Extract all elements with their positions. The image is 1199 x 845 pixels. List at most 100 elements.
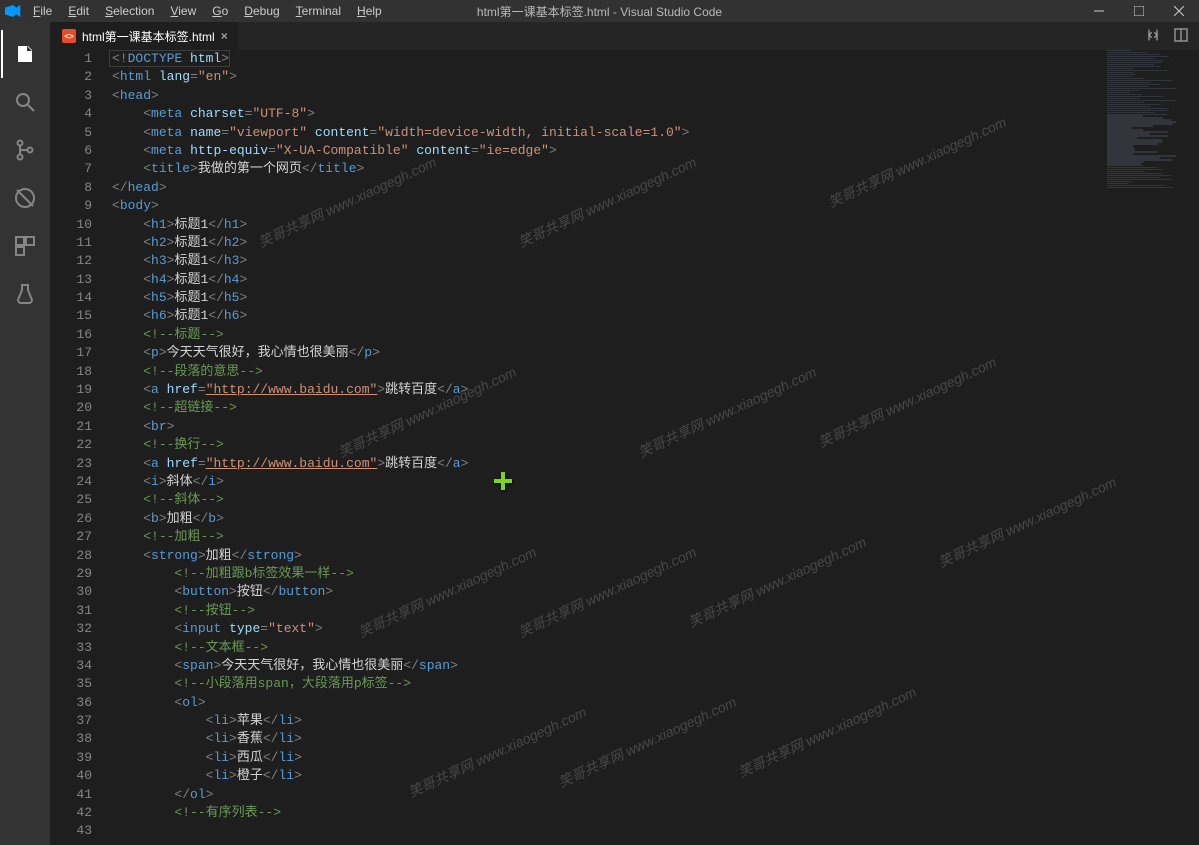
line-number: 31 — [50, 602, 92, 620]
menu-selection[interactable]: Selection — [98, 1, 161, 21]
code-line[interactable]: <!DOCTYPE html> — [112, 50, 1199, 68]
menu-go[interactable]: Go — [205, 1, 235, 21]
line-number: 30 — [50, 583, 92, 601]
code-line[interactable]: <!--有序列表--> — [112, 804, 1199, 822]
line-number: 33 — [50, 639, 92, 657]
code-line[interactable]: <!--文本框--> — [112, 639, 1199, 657]
code-line[interactable]: </head> — [112, 179, 1199, 197]
line-number: 10 — [50, 216, 92, 234]
line-number: 14 — [50, 289, 92, 307]
menu-help[interactable]: Help — [350, 1, 389, 21]
code-line[interactable]: <!--按钮--> — [112, 602, 1199, 620]
minimap[interactable] — [1103, 50, 1185, 845]
code-line[interactable]: <body> — [112, 197, 1199, 215]
code-line[interactable]: <h3>标题1</h3> — [112, 252, 1199, 270]
extensions-icon[interactable] — [1, 222, 49, 270]
tab-close-icon[interactable]: × — [221, 29, 228, 43]
code-line[interactable]: <h2>标题1</h2> — [112, 234, 1199, 252]
code-line[interactable]: <h4>标题1</h4> — [112, 271, 1199, 289]
code-line[interactable] — [112, 822, 1199, 840]
line-number: 3 — [50, 87, 92, 105]
code-line[interactable]: <b>加粗</b> — [112, 510, 1199, 528]
menu-view[interactable]: View — [163, 1, 203, 21]
line-number: 2 — [50, 68, 92, 86]
code-line[interactable]: <!--换行--> — [112, 436, 1199, 454]
code-line[interactable]: <meta http-equiv="X-UA-Compatible" conte… — [112, 142, 1199, 160]
line-number: 13 — [50, 271, 92, 289]
code-line[interactable]: <!--加粗跟b标签效果一样--> — [112, 565, 1199, 583]
code-line[interactable]: <li>橙子</li> — [112, 767, 1199, 785]
line-number: 34 — [50, 657, 92, 675]
debug-icon[interactable] — [1, 174, 49, 222]
line-number: 4 — [50, 105, 92, 123]
line-number: 18 — [50, 363, 92, 381]
code-line[interactable]: <a href="http://www.baidu.com">跳转百度</a> — [112, 455, 1199, 473]
code-line[interactable]: <strong>加粗</strong> — [112, 547, 1199, 565]
code-line[interactable]: <h6>标题1</h6> — [112, 307, 1199, 325]
source-control-icon[interactable] — [1, 126, 49, 174]
line-number: 37 — [50, 712, 92, 730]
line-number: 43 — [50, 822, 92, 840]
line-number: 39 — [50, 749, 92, 767]
split-editor-icon[interactable] — [1173, 27, 1189, 46]
search-icon[interactable] — [1, 78, 49, 126]
menubar: FileEditSelectionViewGoDebugTerminalHelp — [26, 1, 389, 21]
testing-icon[interactable] — [1, 270, 49, 318]
line-number: 41 — [50, 786, 92, 804]
code-line[interactable]: <li>苹果</li> — [112, 712, 1199, 730]
compare-changes-icon[interactable] — [1145, 27, 1161, 46]
code-line[interactable]: <li>西瓜</li> — [112, 749, 1199, 767]
menu-terminal[interactable]: Terminal — [289, 1, 348, 21]
code-line[interactable]: </ol> — [112, 786, 1199, 804]
line-number: 1 — [50, 50, 92, 68]
line-number: 28 — [50, 547, 92, 565]
editor-body[interactable]: 1234567891011121314151617181920212223242… — [50, 50, 1199, 845]
code-line[interactable]: <meta charset="UTF-8"> — [112, 105, 1199, 123]
line-number: 16 — [50, 326, 92, 344]
code-content[interactable]: <!DOCTYPE html><html lang="en"><head> <m… — [106, 50, 1199, 845]
scrollbar[interactable] — [1185, 50, 1199, 845]
menu-file[interactable]: File — [26, 1, 59, 21]
minimize-button[interactable] — [1079, 0, 1119, 22]
explorer-icon[interactable] — [1, 30, 49, 78]
html-file-icon: <> — [62, 29, 76, 43]
code-line[interactable]: <li>香蕉</li> — [112, 730, 1199, 748]
menu-debug[interactable]: Debug — [237, 1, 286, 21]
app-logo-icon — [0, 3, 26, 19]
activitybar — [0, 22, 50, 845]
menu-edit[interactable]: Edit — [61, 1, 96, 21]
code-line[interactable]: <input type="text"> — [112, 620, 1199, 638]
line-number: 17 — [50, 344, 92, 362]
window-title: html第一课基本标签.html - Visual Studio Code — [477, 3, 722, 20]
code-line[interactable]: <!--段落的意思--> — [112, 363, 1199, 381]
line-number: 5 — [50, 124, 92, 142]
code-line[interactable]: <br> — [112, 418, 1199, 436]
line-number: 20 — [50, 399, 92, 417]
code-line[interactable]: <!--超链接--> — [112, 399, 1199, 417]
code-line[interactable]: <meta name="viewport" content="width=dev… — [112, 124, 1199, 142]
line-number: 36 — [50, 694, 92, 712]
line-number: 42 — [50, 804, 92, 822]
line-number: 29 — [50, 565, 92, 583]
code-line[interactable]: <!--加粗--> — [112, 528, 1199, 546]
code-line[interactable]: <h1>标题1</h1> — [112, 216, 1199, 234]
code-line[interactable]: <h5>标题1</h5> — [112, 289, 1199, 307]
line-number: 23 — [50, 455, 92, 473]
code-line[interactable]: <!--标题--> — [112, 326, 1199, 344]
tab-filename: html第一课基本标签.html — [82, 28, 215, 45]
code-line[interactable]: <head> — [112, 87, 1199, 105]
code-line[interactable]: <!--小段落用span，大段落用p标签--> — [112, 675, 1199, 693]
code-line[interactable]: <html lang="en"> — [112, 68, 1199, 86]
code-line[interactable]: <!--斜体--> — [112, 491, 1199, 509]
code-line[interactable]: <a href="http://www.baidu.com">跳转百度</a> — [112, 381, 1199, 399]
code-line[interactable]: <p>今天天气很好，我心情也很美丽</p> — [112, 344, 1199, 362]
code-line[interactable]: <ol> — [112, 694, 1199, 712]
editor-tab[interactable]: <> html第一课基本标签.html × — [50, 22, 238, 50]
code-line[interactable]: <i>斜体</i> — [112, 473, 1199, 491]
close-button[interactable] — [1159, 0, 1199, 22]
line-number: 26 — [50, 510, 92, 528]
maximize-button[interactable] — [1119, 0, 1159, 22]
code-line[interactable]: <title>我做的第一个网页</title> — [112, 160, 1199, 178]
code-line[interactable]: <button>按钮</button> — [112, 583, 1199, 601]
code-line[interactable]: <span>今天天气很好，我心情也很美丽</span> — [112, 657, 1199, 675]
